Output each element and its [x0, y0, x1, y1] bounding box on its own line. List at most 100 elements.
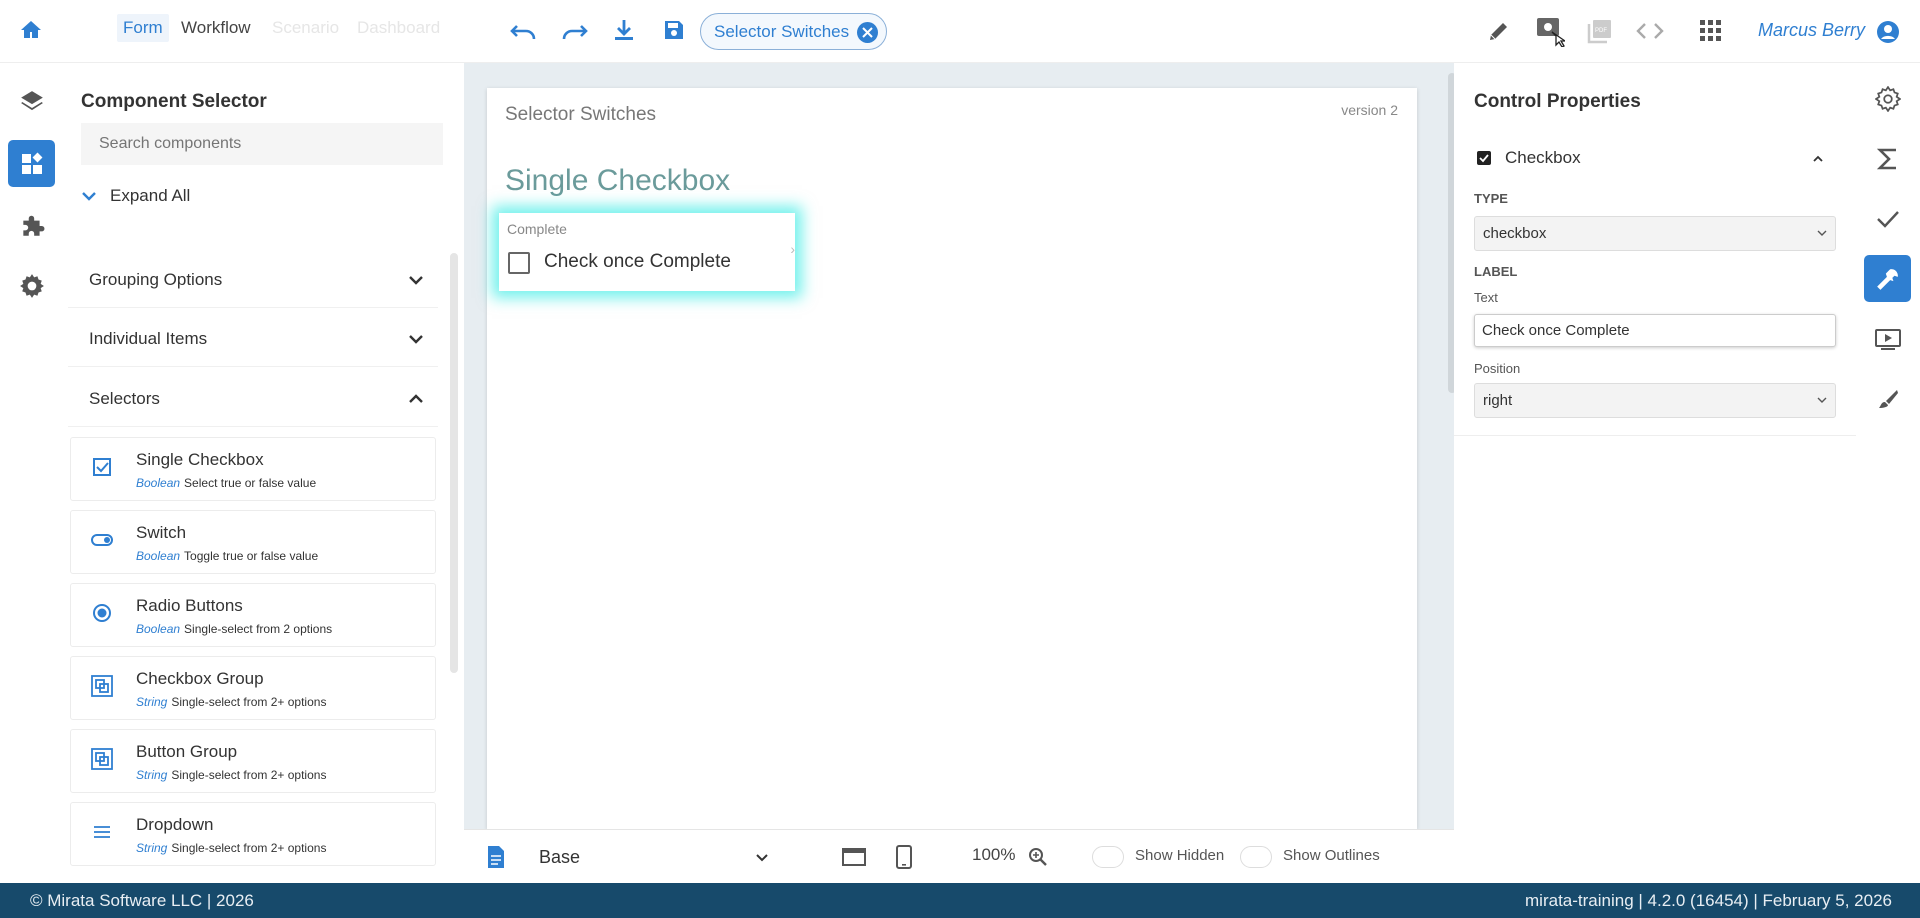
mobile-view-icon[interactable] [888, 841, 920, 873]
tab-workflow[interactable]: Workflow [181, 18, 251, 38]
show-outlines-toggle[interactable] [1240, 846, 1272, 868]
chevron-down-icon [1817, 397, 1827, 403]
component-single-checkbox[interactable]: Single Checkbox Boolean Select true or fa… [70, 437, 436, 501]
code-icon[interactable] [1634, 15, 1666, 47]
apps-grid-icon[interactable] [1695, 15, 1727, 47]
group-label: Selectors [89, 388, 160, 408]
user-name[interactable]: Marcus Berry [1758, 20, 1865, 41]
chevron-down-icon [1817, 230, 1827, 236]
undo-icon[interactable] [508, 15, 540, 47]
component-description: String Single-select from 2+ options [136, 768, 327, 782]
pencil-icon[interactable] [1483, 15, 1515, 47]
group-name: Checkbox [1505, 148, 1581, 167]
brush-icon[interactable] [1864, 375, 1911, 422]
right-rail [1856, 63, 1920, 883]
play-icon[interactable] [1864, 315, 1911, 362]
group-selectors[interactable]: Selectors [68, 371, 438, 427]
component-checkbox-group[interactable]: Checkbox Group String Single-select from … [70, 656, 436, 720]
control-properties-panel: Control Properties Checkbox TYPE checkbo… [1454, 63, 1856, 883]
version-label: version 2 [1341, 102, 1398, 118]
group-label: Individual Items [89, 328, 208, 348]
switch-icon [91, 534, 113, 546]
group-label: Grouping Options [89, 269, 223, 289]
section-title[interactable]: Single Checkbox [505, 164, 730, 198]
radio-icon [93, 604, 111, 622]
component-name: Button Group [136, 742, 238, 761]
component-name: Radio Buttons [136, 596, 243, 615]
top-bar: Form Workflow Scenario Dashboard Selecto… [0, 0, 1920, 63]
component-name: Single Checkbox [136, 450, 264, 469]
label-section-header: LABEL [1474, 264, 1518, 279]
expand-all-label: Expand All [110, 186, 191, 205]
components-icon[interactable] [8, 140, 55, 187]
home-icon[interactable] [15, 14, 47, 46]
component-name: Checkbox Group [136, 669, 264, 688]
layers-icon[interactable] [8, 78, 55, 125]
close-icon[interactable] [857, 22, 878, 43]
component-button-group[interactable]: Button Group String Single-select from 2+… [70, 729, 436, 793]
selected-checkbox-control[interactable]: Complete Check once Complete › [499, 213, 795, 291]
document-icon[interactable] [480, 841, 512, 873]
check-icon[interactable] [1864, 195, 1911, 242]
zoom-in-icon[interactable] [1022, 841, 1054, 873]
svg-text:PDF: PDF [1595, 28, 1607, 34]
preview-icon[interactable] [1534, 15, 1566, 47]
document-chip[interactable]: Selector Switches [700, 13, 887, 50]
button-group-icon [91, 748, 113, 770]
group-individual-items[interactable]: Individual Items [68, 311, 438, 367]
settings-icon[interactable] [8, 262, 55, 309]
position-label: Position [1474, 361, 1521, 376]
checkbox[interactable] [508, 252, 530, 274]
control-caption: Complete [507, 221, 567, 237]
show-hidden-label: Show Hidden [1135, 847, 1225, 864]
search-input[interactable] [81, 123, 443, 165]
tab-form[interactable]: Form [117, 14, 169, 42]
label-text-input[interactable] [1474, 314, 1836, 347]
panel-title: Control Properties [1474, 91, 1641, 112]
component-description: Boolean Single-select from 2 options [136, 622, 333, 636]
text-label: Text [1474, 290, 1498, 305]
expand-all-button[interactable]: Expand All [81, 186, 190, 206]
redo-icon[interactable] [558, 15, 590, 47]
group-grouping-options[interactable]: Grouping Options [68, 252, 438, 308]
position-select-value: right [1483, 392, 1513, 409]
panel-title: Component Selector [81, 91, 267, 112]
component-radio-buttons[interactable]: Radio Buttons Boolean Single-select from … [70, 583, 436, 647]
chevron-up-icon[interactable] [1812, 155, 1824, 163]
save-icon[interactable] [658, 14, 690, 46]
tab-dashboard[interactable]: Dashboard [357, 18, 440, 38]
component-dropdown[interactable]: Dropdown String Single-select from 2+ opt… [70, 802, 436, 866]
component-description: String Single-select from 2+ options [136, 841, 327, 855]
pdf-icon[interactable]: PDF [1584, 15, 1616, 47]
user-avatar-icon[interactable] [1872, 16, 1904, 48]
component-description: Boolean Toggle true or false value [136, 549, 319, 563]
chevron-up-icon [409, 393, 423, 403]
selector-scrollbar[interactable] [450, 253, 458, 673]
download-icon[interactable] [608, 14, 640, 46]
desktop-view-icon[interactable] [838, 841, 870, 873]
type-select-value: checkbox [1483, 225, 1547, 242]
wrench-icon[interactable] [1864, 255, 1911, 302]
show-hidden-toggle[interactable] [1092, 846, 1124, 868]
layout-select[interactable]: Base [539, 843, 769, 871]
zoom-level: 100% [972, 845, 1016, 864]
type-label: TYPE [1474, 191, 1508, 206]
component-switch[interactable]: Switch Boolean Toggle true or false value [70, 510, 436, 574]
gear-icon[interactable] [1864, 75, 1911, 122]
type-select[interactable]: checkbox [1474, 216, 1836, 251]
footer: © Mirata Software LLC | 2026 mirata-trai… [0, 883, 1920, 918]
canvas-toolbar: Base 100% Show Hidden Show Outlines [464, 829, 1454, 883]
form-canvas: Selector Switches version 2 Single Check… [464, 63, 1456, 829]
position-select[interactable]: right [1474, 383, 1836, 418]
checkbox-icon [93, 458, 111, 476]
dropdown-icon [94, 826, 110, 838]
component-name: Dropdown [136, 815, 214, 834]
form-page: Selector Switches version 2 Single Check… [487, 88, 1417, 829]
chevron-down-icon [82, 192, 96, 201]
component-description: Boolean Select true or false value [136, 476, 317, 490]
left-rail [0, 63, 64, 883]
sigma-icon[interactable] [1864, 135, 1911, 182]
properties-group-header[interactable]: Checkbox [1474, 145, 1826, 173]
tab-scenario[interactable]: Scenario [272, 18, 339, 38]
plugins-icon[interactable] [8, 202, 55, 249]
